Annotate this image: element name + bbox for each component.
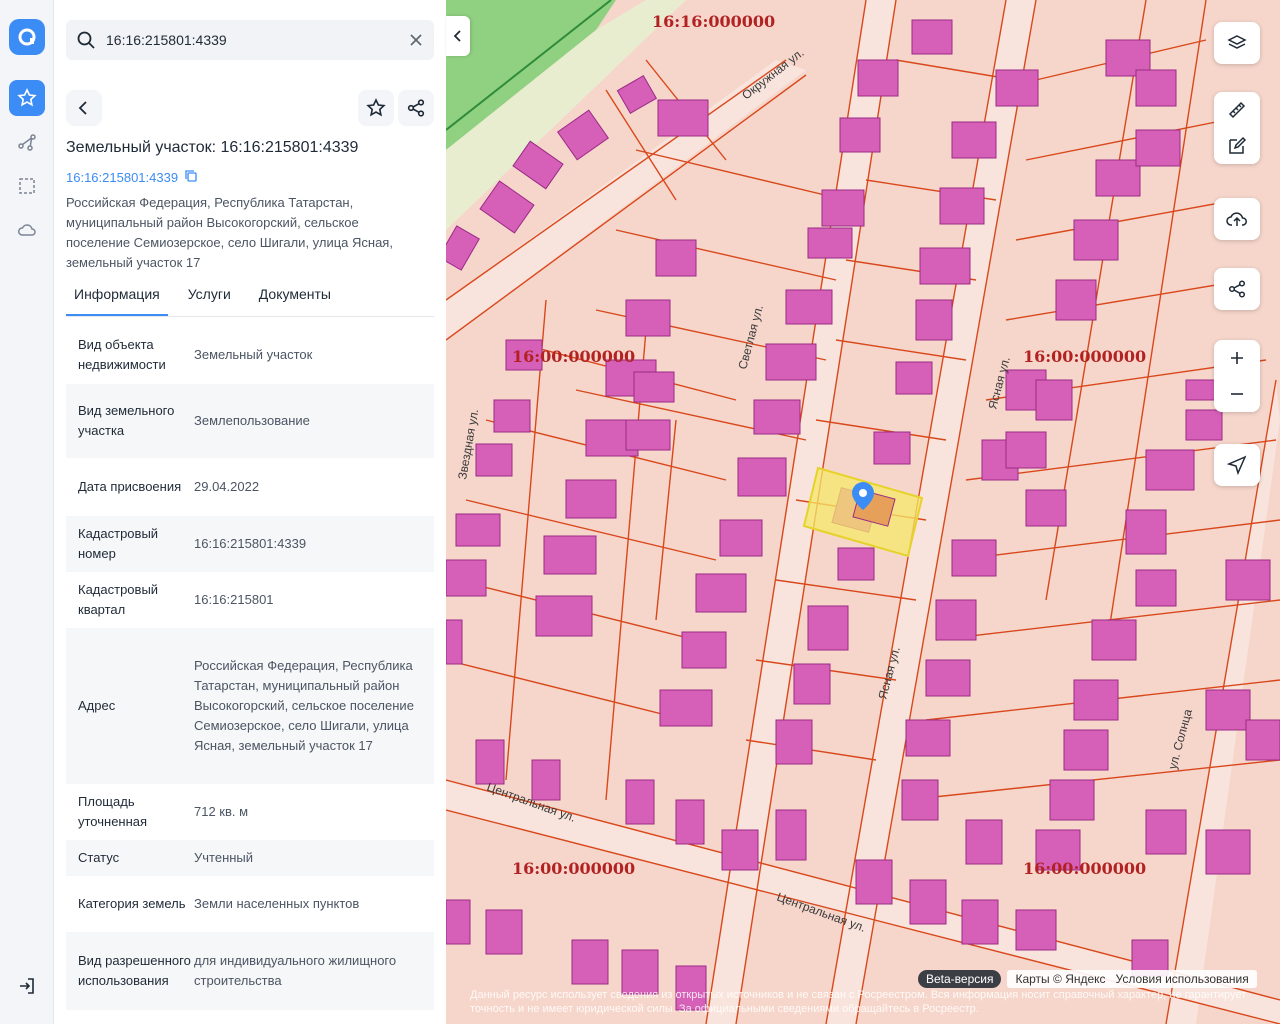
info-value: 16:16:215801: [194, 592, 274, 607]
info-row-cad-quarter: Кадастровый квартал 16:16:215801: [66, 572, 434, 628]
info-key: Кадастровый квартал: [78, 582, 159, 617]
copyright-text[interactable]: Карты © Яндекс: [1015, 972, 1105, 986]
edit-icon[interactable]: [1214, 128, 1260, 164]
info-value: 712 кв. м: [194, 804, 249, 819]
quarter-label: 16:00:000000: [1023, 859, 1147, 878]
info-key: Вид земельного участка: [78, 403, 175, 438]
share-button[interactable]: [398, 90, 434, 126]
info-row-cad-number: Кадастровый номер 16:16:215801:4339: [66, 516, 434, 572]
zoom-in-icon[interactable]: [1214, 340, 1260, 376]
info-row-status: Статус Учтенный: [66, 840, 434, 876]
search-icon: [76, 30, 96, 55]
info-row-land-type: Вид земельного участка Землепользование: [66, 384, 434, 458]
copy-icon[interactable]: [184, 169, 198, 186]
route-icon[interactable]: [9, 124, 45, 160]
cloud-icon[interactable]: [9, 212, 45, 248]
search-input[interactable]: 16:16:215801:4339: [106, 32, 227, 48]
cad-number-link[interactable]: 16:16:215801:4339: [66, 169, 198, 186]
info-row-category: Категория земель Земли населенных пунктов: [66, 876, 434, 932]
layers-icon[interactable]: [1214, 22, 1260, 64]
tools-control: [1214, 92, 1260, 164]
info-panel: 16:16:215801:4339 Земельный участок: 16:…: [54, 0, 446, 1024]
info-value: Земли населенных пунктов: [194, 896, 360, 911]
info-value: 29.04.2022: [194, 479, 260, 494]
quarter-label: 16:00:000000: [512, 347, 636, 366]
quarter-label: 16:16:000000: [652, 12, 776, 31]
quarter-label: 16:00:000000: [512, 859, 636, 878]
info-row-date: Дата присвоения 29.04.2022: [66, 458, 434, 516]
info-key: Адрес: [78, 698, 116, 713]
cloud-upload-icon[interactable]: [1214, 198, 1260, 240]
info-key: Дата присвоения: [78, 479, 182, 494]
info-value: Учтенный: [194, 850, 254, 865]
info-row-area: Площадь уточненная 712 кв. м: [66, 784, 434, 840]
cadastral-map[interactable]: Окружная ул. Светлая ул. Ясная ул. Ясная…: [446, 0, 1280, 1024]
ruler-icon[interactable]: [1214, 92, 1260, 128]
copyright-box: Карты © Яндекс Условия использования: [1007, 970, 1257, 988]
info-value: Российская Федерация, Республика Татарст…: [194, 658, 414, 753]
page-title: Земельный участок: 16:16:215801:4339: [66, 139, 359, 156]
tab-info[interactable]: Информация: [66, 286, 168, 316]
select-area-icon[interactable]: [9, 168, 45, 204]
share-icon[interactable]: [1214, 268, 1260, 310]
info-row-address: Адрес Российская Федерация, Республика Та…: [66, 628, 434, 784]
collapse-panel-button[interactable]: [446, 16, 470, 56]
info-key: Статус: [78, 850, 120, 865]
favorites-icon[interactable]: [9, 80, 45, 116]
info-row-permitted-use: Вид разрешенного использования для индиви…: [66, 932, 434, 1010]
info-key: Площадь уточненная: [78, 794, 148, 829]
info-value: 16:16:215801:4339: [194, 536, 307, 551]
map-attribution: Beta-версия Карты © Яндекс Условия испол…: [918, 970, 1257, 988]
share-map-control[interactable]: [1214, 268, 1260, 310]
tab-documents[interactable]: Документы: [251, 286, 339, 316]
map-disclaimer: Данный ресурс использует сведения из отк…: [470, 989, 1247, 1015]
search-bar[interactable]: 16:16:215801:4339: [66, 20, 434, 60]
terms-link[interactable]: Условия использования: [1116, 972, 1249, 986]
geolocation-control[interactable]: [1214, 444, 1260, 486]
tab-services[interactable]: Услуги: [180, 286, 239, 316]
info-row-object-type: Вид объекта недвижимости Земельный участо…: [66, 326, 434, 384]
quarter-label: 16:00:000000: [1023, 347, 1147, 366]
zoom-out-icon[interactable]: [1214, 376, 1260, 412]
info-value: Земельный участок: [194, 347, 313, 362]
favorite-star-button[interactable]: [358, 90, 394, 126]
clear-search-icon[interactable]: [406, 30, 426, 55]
logout-icon[interactable]: [9, 968, 45, 1004]
info-key: Вид разрешенного использования: [78, 953, 191, 988]
parcel-address: Российская Федерация, Республика Татарст…: [66, 195, 393, 270]
info-value: для индивидуального жилищного строительс…: [194, 953, 397, 988]
upload-control[interactable]: [1214, 198, 1260, 240]
layers-control[interactable]: [1214, 22, 1260, 64]
beta-badge: Beta-версия: [918, 970, 1002, 988]
info-value: Землепользование: [194, 413, 310, 428]
info-key: Вид объекта недвижимости: [78, 337, 166, 372]
info-table: Вид объекта недвижимости Земельный участо…: [66, 326, 434, 1010]
tabs: Информация Услуги Документы: [66, 286, 434, 316]
info-key: Категория земель: [78, 896, 186, 911]
navigation-arrow-icon[interactable]: [1214, 444, 1260, 486]
back-button[interactable]: [66, 90, 102, 126]
info-key: Кадастровый номер: [78, 526, 159, 561]
app-logo-icon[interactable]: [9, 19, 45, 55]
cad-number-text[interactable]: 16:16:215801:4339: [66, 170, 178, 185]
zoom-control: [1214, 340, 1260, 412]
left-rail: [0, 0, 54, 1024]
